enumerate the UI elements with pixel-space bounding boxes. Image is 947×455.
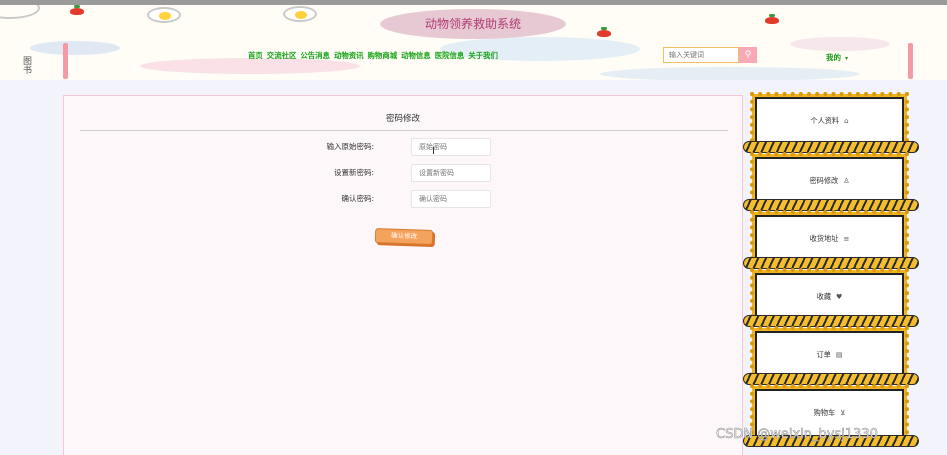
rope-divider (743, 315, 919, 327)
form-row-new-password: 设置新密码: (64, 164, 742, 182)
new-password-label: 设置新密码: (333, 168, 374, 177)
decor-blob (790, 37, 890, 51)
menu-item-favorites[interactable]: 收藏 ♥ (750, 268, 909, 326)
side-label: 图书 (21, 56, 31, 74)
page-title: 密码修改 (385, 114, 420, 124)
nav-community[interactable]: 交流社区 (267, 50, 297, 61)
strawberry-decoration (70, 5, 84, 15)
nav-animal-info[interactable]: 动物信息 (401, 50, 431, 61)
search-input[interactable] (663, 47, 739, 63)
menu-item-address[interactable]: 收货地址 ≡ (750, 210, 909, 268)
old-password-input[interactable] (411, 138, 491, 156)
rope-divider (743, 199, 919, 211)
list-icon: ≡ (843, 235, 850, 243)
nav-hospital-info[interactable]: 医院信息 (435, 50, 465, 61)
nav-animal-news[interactable]: 动物资讯 (334, 50, 364, 61)
rope-divider (743, 141, 919, 153)
password-change-card: 密码修改 输入原始密码: I 设置新密码: 确认密码: 确认修改 (63, 95, 743, 455)
egg-decoration (283, 6, 317, 22)
nav-about-us[interactable]: 关于我们 (468, 50, 498, 61)
site-header: 图书 动物领养救助系统 首页 交流社区 公告消息 动物资讯 购物商城 动物信息 … (0, 0, 947, 80)
main-nav: 首页 交流社区 公告消息 动物资讯 购物商城 动物信息 医院信息 关于我们 (248, 50, 498, 61)
rope-divider (743, 257, 919, 269)
user-center-menu: 个人资料 ⌂ 密码修改 ♙ 收货地址 ≡ 收藏 ♥ 订单 ▤ 购物车 ⊻ (743, 91, 921, 455)
my-account-label: 我的 (826, 53, 841, 62)
strawberry-decoration (765, 14, 779, 24)
search-icon: ⚲ (744, 50, 752, 60)
pink-stick-decoration (908, 43, 913, 79)
menu-item-change-password[interactable]: 密码修改 ♙ (750, 152, 909, 210)
menu-item-profile[interactable]: 个人资料 ⌂ (750, 92, 909, 150)
decor-blob (600, 67, 860, 80)
menu-item-orders[interactable]: 订单 ▤ (750, 326, 909, 384)
egg-decoration (147, 7, 181, 23)
heart-icon: ♥ (836, 293, 843, 301)
watermark: CSDN @weixin_bysj1330 (716, 427, 878, 443)
nav-shop[interactable]: 购物商城 (368, 50, 398, 61)
cart-icon: ⊻ (840, 409, 846, 417)
menu-item-label: 个人资料 (810, 116, 840, 125)
text-cursor-icon: I (432, 146, 435, 157)
confirm-password-input[interactable] (411, 190, 491, 208)
old-password-label: 输入原始密码: (326, 142, 374, 151)
menu-item-label: 收藏 (816, 292, 832, 301)
home-icon: ⌂ (844, 117, 849, 125)
menu-item-label: 购物车 (813, 408, 836, 417)
rope-divider (743, 373, 919, 385)
strawberry-decoration (597, 27, 611, 37)
document-icon: ▤ (835, 351, 843, 359)
decor-blob (0, 5, 40, 19)
search-button[interactable]: ⚲ (739, 47, 757, 63)
pink-stick-decoration (63, 43, 68, 79)
nav-home[interactable]: 首页 (248, 50, 263, 61)
chevron-down-icon: ▾ (845, 55, 849, 62)
site-title: 动物领养救助系统 (380, 9, 566, 39)
form-row-confirm-password: 确认密码: (64, 190, 742, 208)
confirm-password-label: 确认密码: (341, 194, 374, 203)
my-account-menu[interactable]: 我的 ▾ (826, 52, 848, 63)
form-row-old-password: 输入原始密码: (64, 138, 742, 156)
menu-item-label: 密码修改 (809, 176, 839, 185)
new-password-input[interactable] (411, 164, 491, 182)
menu-item-label: 收货地址 (809, 234, 839, 243)
user-icon: ♙ (843, 177, 850, 185)
confirm-change-button[interactable]: 确认修改 (374, 227, 434, 246)
decor-blob (30, 41, 120, 55)
nav-announcements[interactable]: 公告消息 (300, 50, 330, 61)
menu-item-label: 订单 (816, 350, 831, 359)
title-divider (80, 130, 728, 131)
